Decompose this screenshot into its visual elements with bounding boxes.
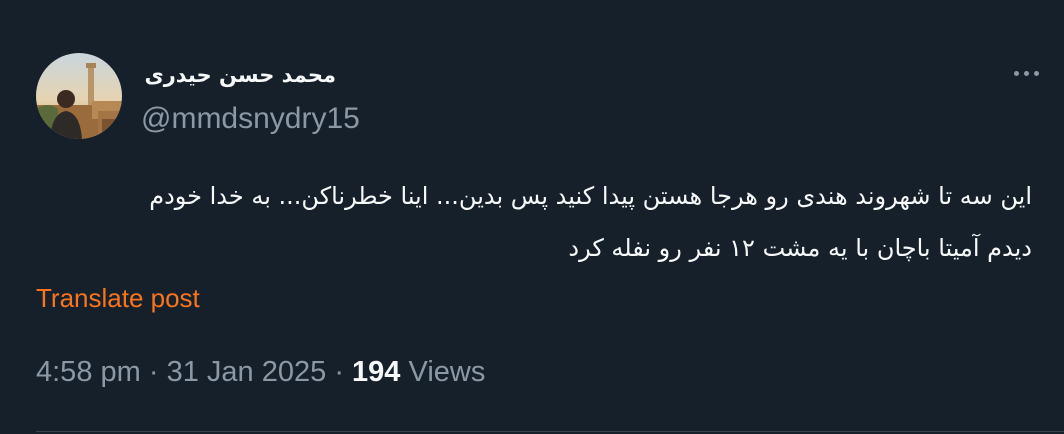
translate-post-link[interactable]: Translate post xyxy=(36,281,200,315)
author-display-name[interactable]: محمد حسن حیدری xyxy=(140,60,336,90)
tweet-text-line: این سه تا شهروند هندی رو هرجا هستن پیدا … xyxy=(149,182,1032,210)
more-options-button[interactable] xyxy=(1002,58,1050,88)
tweet-card: محمد حسن حیدری @mmdsnydry15 این سه تا شه… xyxy=(0,0,1064,434)
tweet-text-line: دیدم آمیتا باچان با یه مشت ۱۲ نفر رو نفل… xyxy=(568,234,1032,262)
tweet-date[interactable]: 31 Jan 2025 xyxy=(167,356,327,388)
more-horizontal-icon xyxy=(1013,70,1019,76)
meta-separator: · xyxy=(334,356,344,388)
meta-separator: · xyxy=(148,356,159,388)
tweet-metadata: 4:58 pm · 31 Jan 2025 · 194 Views xyxy=(36,353,485,391)
more-horizontal-icon-dot xyxy=(1023,70,1029,76)
views-label: Views xyxy=(408,356,486,388)
more-horizontal-icon-dot xyxy=(1033,70,1039,76)
author-handle[interactable]: @mmdsnydry15 xyxy=(141,100,360,138)
avatar[interactable] xyxy=(36,53,122,139)
avatar-image xyxy=(36,53,122,139)
divider xyxy=(36,431,1064,432)
views-count: 194 xyxy=(352,356,401,388)
tweet-text: این سه تا شهروند هندی رو هرجا هستن پیدا … xyxy=(36,170,1032,274)
tweet-time[interactable]: 4:58 pm xyxy=(36,356,141,388)
